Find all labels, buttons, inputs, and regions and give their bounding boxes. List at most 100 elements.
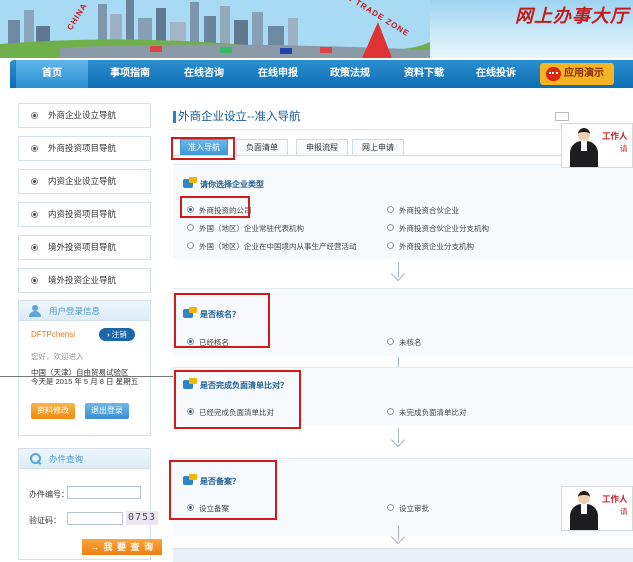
demo-button[interactable]: 应用演示	[540, 63, 614, 85]
radio-icon	[387, 242, 394, 249]
option-partnership-branch[interactable]: 外商投资合伙企业分支机构	[387, 223, 489, 234]
question-icon	[183, 177, 197, 189]
search-case-button[interactable]: → 我 要 查 询	[82, 539, 162, 555]
bullet-icon	[31, 145, 38, 152]
case-number-label: 办件编号：	[29, 490, 69, 499]
sidebar-item-domestic-enterprise[interactable]: 内资企业设立导航	[18, 169, 151, 194]
case-query-title: 办件查询	[49, 454, 84, 464]
agent-avatar-icon	[578, 128, 590, 141]
agent-sublabel: 请	[620, 507, 628, 516]
sidebar-item-label: 境外投资项目导航	[48, 242, 117, 252]
bullet-icon	[31, 178, 38, 185]
highlight-box-record	[169, 460, 277, 520]
sidebar-item-label: 内资投资项目导航	[48, 209, 117, 219]
highlight-box-tab	[171, 137, 235, 160]
customer-service-widget[interactable]: 工作人 请	[561, 123, 633, 168]
sidebar-item-label: 内资企业设立导航	[48, 176, 117, 186]
radio-icon	[187, 224, 194, 231]
nav-policy[interactable]: 政策法规	[314, 60, 386, 88]
agent-avatar-icon	[578, 491, 590, 504]
sidebar-item-overseas-enterprise[interactable]: 境外投资企业导航	[18, 268, 151, 293]
option-label: 外国（地区）企业在中国境内从事生产经营活动	[199, 242, 357, 251]
username: DFTPchensi	[31, 330, 76, 339]
nav-guide[interactable]: 事项指南	[94, 60, 166, 88]
option-rep-office[interactable]: 外国（地区）企业常驻代表机构	[187, 223, 304, 234]
sidebar-item-label: 境外投资企业导航	[48, 275, 117, 285]
login-info-panel: 用户登录信息 DFTPchensi 注销 您好，欢迎进入 中国（天津）自由贸易试…	[18, 300, 151, 436]
chat-icon	[546, 67, 561, 81]
down-arrow-icon	[391, 428, 407, 448]
nav-download[interactable]: 资料下载	[388, 60, 460, 88]
header-banner: CHINA FREE TRADE ZONE 网上办事大厅	[0, 0, 633, 58]
case-number-input[interactable]	[67, 486, 141, 499]
nav-apply[interactable]: 在线申报	[242, 60, 314, 88]
main-nav: 首页 事项指南 在线咨询 在线申报 政策法规 资料下载 在线投诉 应用演示	[10, 60, 633, 88]
case-query-panel: 办件查询 办件编号： 验证码： 0753 → 我 要 查 询	[18, 448, 162, 560]
sidebar-item-foreign-project[interactable]: 外商投资项目导航	[18, 136, 151, 161]
option-foreign-operation[interactable]: 外国（地区）企业在中国境内从事生产经营活动	[187, 241, 357, 252]
nav-complaint[interactable]: 在线投诉	[460, 60, 532, 88]
option-record-approval[interactable]: 设立审批	[387, 503, 429, 514]
option-label: 未核名	[399, 338, 422, 347]
radio-icon	[387, 408, 394, 415]
agent-body-image	[570, 141, 598, 167]
bullet-icon	[31, 277, 38, 284]
option-label: 外国（地区）企业常驻代表机构	[199, 224, 304, 233]
radio-icon	[387, 206, 394, 213]
search-icon	[30, 453, 41, 464]
page: CHINA FREE TRADE ZONE 网上办事大厅 首页 事项指南 在线咨…	[0, 0, 633, 562]
welcome-text: 您好，欢迎进入	[31, 352, 84, 361]
option-label: 外商投资企业分支机构	[399, 242, 474, 251]
radio-icon	[187, 242, 194, 249]
captcha-input[interactable]	[67, 512, 123, 525]
sidebar-item-domestic-project[interactable]: 内资投资项目导航	[18, 202, 151, 227]
down-arrow-icon	[391, 262, 407, 282]
tab-process[interactable]: 申报流程	[296, 139, 348, 155]
tab-negative-list[interactable]: 负面清单	[236, 139, 288, 155]
agent-label: 工作人	[602, 494, 628, 504]
case-query-header: 办件查询	[19, 449, 150, 469]
bullet-icon	[31, 244, 38, 251]
user-icon	[29, 305, 41, 317]
option-label: 未完成负面清单比对	[399, 408, 467, 417]
sidebar-item-overseas-project[interactable]: 境外投资项目导航	[18, 235, 151, 260]
sidebar-item-label: 外商投资项目导航	[48, 143, 117, 153]
nav-consult[interactable]: 在线咨询	[168, 60, 240, 88]
modify-profile-button[interactable]: 资料修改	[31, 403, 75, 419]
bullet-icon	[31, 211, 38, 218]
sidebar-item-foreign-enterprise[interactable]: 外商企业设立导航	[18, 103, 151, 128]
agent-body-image	[570, 504, 598, 530]
date-text: 今天是 2015 年 5 月 8 日 星期五	[31, 377, 139, 386]
title-accent-bar	[173, 111, 176, 123]
down-arrow-icon	[391, 525, 407, 545]
logout-label: 注销	[111, 330, 127, 339]
tab-online-apply[interactable]: 网上申请	[352, 139, 404, 155]
option-name-unchecked[interactable]: 未核名	[387, 337, 422, 348]
radio-icon	[387, 504, 394, 511]
highlight-box-negative-list	[174, 370, 301, 429]
login-info-title: 用户登录信息	[49, 306, 101, 316]
question-title: 请你选择企业类型	[200, 180, 264, 189]
agent-label: 工作人	[602, 131, 628, 141]
option-label: 外商投资合伙企业分支机构	[399, 224, 489, 233]
sidebar-item-label: 外商企业设立导航	[48, 110, 117, 120]
agent-sublabel: 请	[620, 144, 628, 153]
radio-icon	[387, 338, 394, 345]
site-title: 网上办事大厅	[515, 6, 629, 27]
captcha-image[interactable]: 0753	[126, 511, 158, 525]
nav-home[interactable]: 首页	[16, 60, 88, 88]
demo-label: 应用演示	[564, 68, 604, 79]
option-enterprise-branch[interactable]: 外商投资企业分支机构	[387, 241, 474, 252]
captcha-label: 验证码：	[29, 516, 61, 525]
option-list-incomplete[interactable]: 未完成负面清单比对	[387, 407, 467, 418]
breadcrumb	[555, 112, 569, 121]
bullet-icon	[31, 112, 38, 119]
option-label: 设立审批	[399, 504, 429, 513]
exit-login-button[interactable]: 退出登录	[85, 403, 129, 419]
option-label: 外商投资合伙企业	[399, 206, 459, 215]
customer-service-widget[interactable]: 工作人 请	[561, 486, 633, 531]
highlight-box-name	[174, 293, 270, 348]
highlight-box-option	[180, 196, 250, 218]
option-foreign-partnership[interactable]: 外商投资合伙企业	[387, 205, 459, 216]
logout-button[interactable]: 注销	[99, 328, 135, 341]
